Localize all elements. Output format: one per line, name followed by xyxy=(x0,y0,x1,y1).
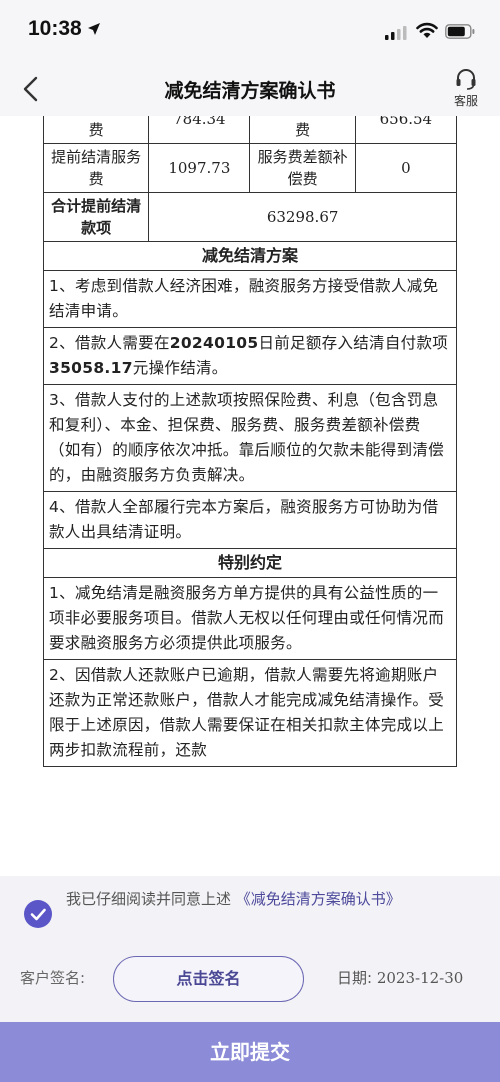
plan-item-2-prefix: 2、借款人需要在 xyxy=(49,334,170,352)
table-cell-label: 提前结清服务费 xyxy=(42,143,150,193)
agreement-panel: 我已仔细阅读并同意上述 《减免结清方案确认书》 客户签名: 点击签名 日期: 2… xyxy=(0,876,500,1022)
total-label: 合计提前结清款项 xyxy=(42,192,150,242)
table-cell-label: 提前结清担保费 xyxy=(249,116,356,144)
plan-item-2-amount: 35058.17 xyxy=(49,359,133,377)
table-row-total: 合计提前结清款项 63298.67 xyxy=(42,192,457,242)
signature-label: 客户签名: xyxy=(20,969,86,987)
plan-item-4: 4、借款人全部履行完本方案后，融资服务方可协助为借款人出具结清证明。 xyxy=(43,492,457,549)
checkmark-icon xyxy=(30,908,46,921)
page-title: 减免结清方案确认书 xyxy=(164,80,336,102)
status-bar: 10:38 xyxy=(0,0,500,62)
submit-button[interactable]: 立即提交 xyxy=(0,1022,500,1082)
customer-service-label: 客服 xyxy=(453,94,478,108)
plan-item-1: 1、考虑到借款人经济困难，融资服务方接受借款人减免结清申请。 xyxy=(43,271,457,328)
table-cell-label: 提前结清保险费 xyxy=(42,116,150,144)
table-cell-value: 0 xyxy=(354,143,458,193)
plan-item-2: 2、借款人需要在20240105日前足额存入结清自付款项 35058.17元操作结… xyxy=(43,328,457,385)
fee-table: 提前结清保险费 784.34 提前结清担保费 656.54 提前结清服务费 10… xyxy=(42,116,458,242)
plan-item-2-mid: 日前足额存入结清自付款项 xyxy=(258,334,449,352)
table-cell-value: 1097.73 xyxy=(148,143,251,193)
plan-item-3: 3、借款人支付的上述款项按照保险费、利息（包含罚息和复利）、本金、担保费、服务费… xyxy=(43,385,457,492)
agreement-text: 我已仔细阅读并同意上述 《减免结清方案确认书》 xyxy=(66,886,466,912)
plan-heading: 减免结清方案 xyxy=(43,242,457,271)
table-cell-value: 656.54 xyxy=(354,116,458,144)
plan-item-2-suffix: 元操作结清。 xyxy=(132,359,228,377)
signal-icon xyxy=(385,26,407,40)
headset-icon xyxy=(456,69,476,90)
table-cell-value: 784.34 xyxy=(148,116,251,144)
special-heading: 特别约定 xyxy=(43,549,457,578)
agreement-statement: 我已仔细阅读并同意上述 xyxy=(66,890,232,908)
customer-service-button[interactable]: 客服 xyxy=(444,68,488,112)
date-label: 日期: xyxy=(337,969,373,987)
date-display: 日期: 2023-12-30 xyxy=(337,967,463,988)
special-item-2: 2、因借款人还款账户已逾期，借款人需要先将逾期账户还款为正常还款账户，借款人才能… xyxy=(43,660,457,767)
battery-icon xyxy=(445,24,475,39)
table-row: 提前结清服务费 1097.73 服务费差额补偿费 0 xyxy=(42,143,458,193)
date-value: 2023-12-30 xyxy=(376,969,464,987)
sign-button[interactable]: 点击签名 xyxy=(113,956,304,1002)
status-time: 10:38 xyxy=(28,17,82,40)
location-arrow-icon xyxy=(88,23,100,35)
document-viewer[interactable]: 提前结清保险费 784.34 提前结清担保费 656.54 提前结清服务费 10… xyxy=(0,116,500,876)
nav-bar: 减免结清方案确认书 客服 xyxy=(0,62,500,116)
table-cell-label: 服务费差额补偿费 xyxy=(249,143,356,193)
total-value: 63298.67 xyxy=(148,192,457,242)
agree-checkbox[interactable] xyxy=(24,900,52,928)
plan-item-2-date: 20240105 xyxy=(169,334,259,352)
table-row: 提前结清保险费 784.34 提前结清担保费 656.54 xyxy=(42,116,458,144)
document-content: 提前结清保险费 784.34 提前结清担保费 656.54 提前结清服务费 10… xyxy=(42,116,458,767)
special-item-1: 1、减免结清是融资服务方单方提供的具有公益性质的一项非必要服务项目。借款人无权以… xyxy=(43,578,457,660)
agreement-document-link[interactable]: 《减免结清方案确认书》 xyxy=(236,890,401,908)
wifi-icon xyxy=(416,22,438,38)
